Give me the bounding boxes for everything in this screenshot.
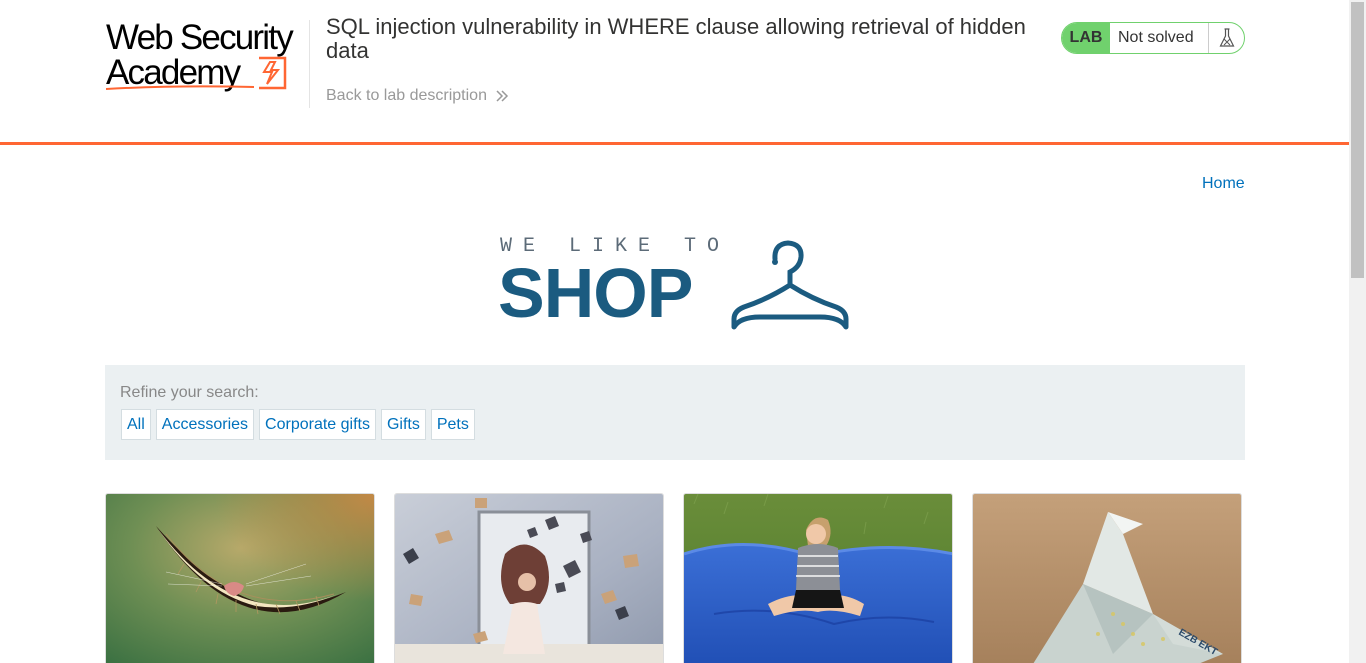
refine-search-label: Refine your search:	[120, 384, 259, 401]
back-link-label: Back to lab description	[326, 87, 487, 104]
vertical-scrollbar[interactable]	[1349, 0, 1366, 663]
lab-status-text: Not solved	[1118, 29, 1194, 46]
product-image-grinning-mouth[interactable]	[105, 493, 375, 663]
double-chevron-right-icon	[496, 90, 509, 102]
product-image-girl-on-beanbag[interactable]	[683, 493, 953, 663]
logo-bolt-icon	[259, 56, 287, 90]
product-image-origami-bird[interactable]: EZB EKT	[972, 493, 1242, 663]
logo-underline	[106, 85, 255, 90]
lab-header: Web Security Academy SQL injection vulne…	[0, 0, 1349, 145]
logo-line1: Web Security	[106, 18, 294, 57]
filter-pets[interactable]: Pets	[430, 409, 475, 440]
lab-title: SQL injection vulnerability in WHERE cla…	[326, 14, 1026, 63]
filter-gifts[interactable]: Gifts	[380, 409, 426, 440]
product-image-flying-books[interactable]	[394, 493, 664, 663]
lab-status-widget: LAB Not solved	[1061, 22, 1245, 54]
page-viewport: Web Security Academy SQL injection vulne…	[0, 0, 1349, 663]
web-security-academy-logo[interactable]: Web Security Academy	[106, 20, 306, 94]
filter-list: All Accessories Corporate gifts Gifts Pe…	[121, 409, 475, 440]
shop-logo-word: SHOP	[498, 254, 693, 332]
lab-badge: LAB	[1062, 23, 1110, 53]
flask-icon	[1208, 23, 1244, 53]
refine-search-panel: Refine your search: All Accessories Corp…	[105, 365, 1245, 460]
product-grid: EZB EKT	[105, 493, 1242, 663]
filter-corporate-gifts[interactable]: Corporate gifts	[259, 409, 376, 440]
clothes-hanger-icon	[731, 240, 849, 330]
filter-all[interactable]: All	[121, 409, 151, 440]
header-divider	[309, 20, 310, 108]
we-like-to-shop-logo: WE LIKE TO SHOP	[498, 235, 854, 335]
filter-accessories[interactable]: Accessories	[155, 409, 255, 440]
back-to-lab-description-link[interactable]: Back to lab description	[326, 87, 509, 105]
home-link[interactable]: Home	[1202, 175, 1245, 193]
scrollbar-thumb[interactable]	[1351, 2, 1364, 278]
